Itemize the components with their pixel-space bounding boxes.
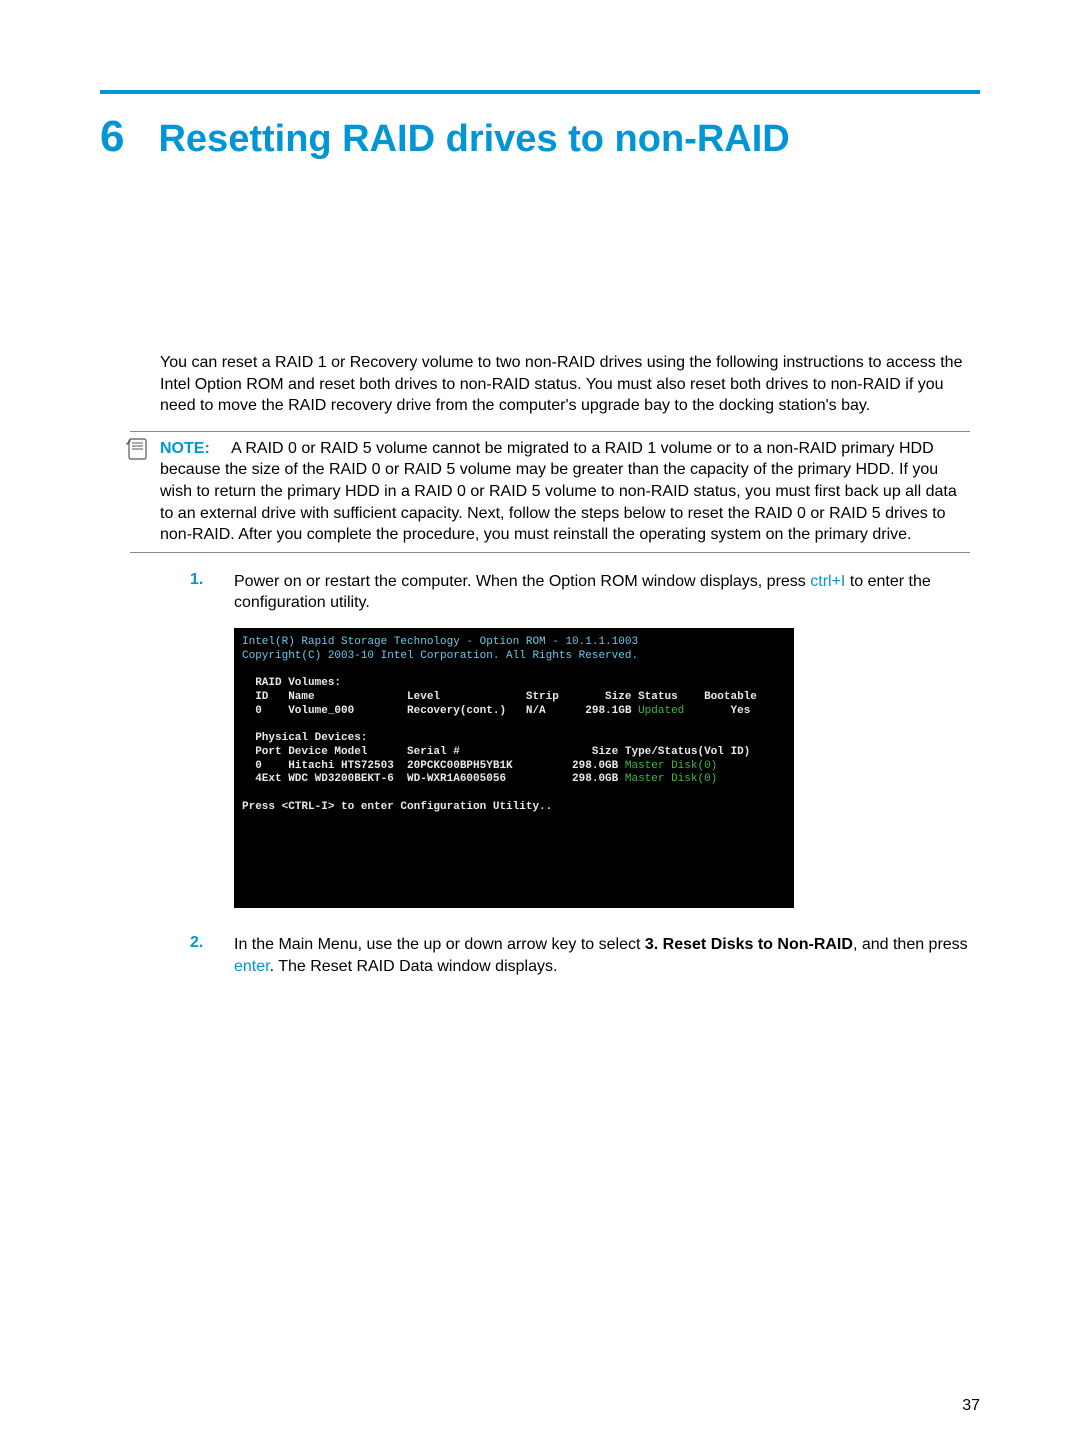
step-key: enter: [234, 958, 270, 975]
step-text-pre: Power on or restart the computer. When t…: [234, 573, 810, 590]
intro-paragraph: You can reset a RAID 1 or Recovery volum…: [160, 352, 970, 417]
ss-phys-row2-status: Master Disk(0): [618, 773, 717, 785]
step-text-post: . The Reset RAID Data window displays.: [270, 958, 558, 975]
ss-copyright: Copyright(C) 2003-10 Intel Corporation. …: [242, 650, 638, 662]
option-rom-screenshot: Intel(R) Rapid Storage Technology - Opti…: [234, 628, 794, 908]
step-bold: 3. Reset Disks to Non-RAID: [645, 936, 853, 953]
step-text-mid: , and then press: [853, 936, 968, 953]
ss-phys-row1-status: Master Disk(0): [618, 760, 717, 772]
ss-raid-status: Updated: [631, 705, 684, 717]
step-number: 2.: [190, 934, 210, 977]
ss-raid-row: 0 Volume_000 Recovery(cont.) N/A 298.1GB: [242, 705, 631, 717]
ss-raid-boot: Yes: [684, 705, 750, 717]
chapter-number: 6: [100, 112, 124, 162]
ss-phys-row1: 0 Hitachi HTS72503 20PCKC00BPH5YB1K 298.…: [242, 760, 618, 772]
step-key: ctrl+I: [810, 573, 845, 590]
ss-raid-header: RAID Volumes:: [242, 677, 341, 689]
ss-phys-row2: 4Ext WDC WD3200BEKT-6 WD-WXR1A6005056 29…: [242, 773, 618, 785]
chapter-heading: 6 Resetting RAID drives to non-RAID: [100, 112, 980, 162]
ss-phys-header: Physical Devices:: [242, 732, 367, 744]
step-number: 1.: [190, 571, 210, 614]
ss-phys-cols: Port Device Model Serial # Size Type/Sta…: [242, 746, 750, 758]
note-label: NOTE:: [160, 440, 210, 457]
note-text: A RAID 0 or RAID 5 volume cannot be migr…: [160, 440, 957, 543]
ss-raid-cols: ID Name Level Strip Size Status Bootable: [242, 691, 757, 703]
step-text-pre: In the Main Menu, use the up or down arr…: [234, 936, 645, 953]
chapter-title: Resetting RAID drives to non-RAID: [158, 118, 789, 161]
top-rule: [100, 90, 980, 94]
ss-title: Intel(R) Rapid Storage Technology - Opti…: [242, 636, 638, 648]
step-2: 2. In the Main Menu, use the up or down …: [190, 934, 970, 977]
step-1: 1. Power on or restart the computer. Whe…: [190, 571, 970, 614]
ss-prompt: Press <CTRL-I> to enter Configuration Ut…: [242, 801, 552, 813]
note-icon: [126, 438, 150, 465]
note-block: NOTE: A RAID 0 or RAID 5 volume cannot b…: [130, 431, 970, 553]
page-number: 37: [962, 1397, 980, 1415]
